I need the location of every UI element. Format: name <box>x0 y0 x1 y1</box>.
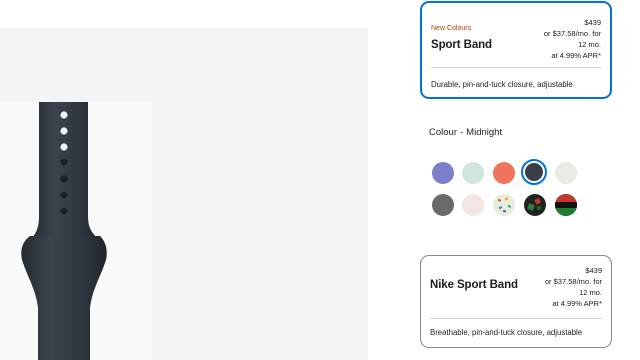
swatch-coral[interactable] <box>493 162 515 184</box>
swatch-midnight[interactable] <box>525 163 543 181</box>
swatch-black-unity-stripes[interactable] <box>555 194 577 216</box>
price-apr: at 4.99% APR* <box>551 51 601 60</box>
band-holes <box>60 111 68 151</box>
colour-label-separator: - <box>460 127 464 138</box>
pride-pattern-icon <box>497 197 512 213</box>
price-term: 12 mo. <box>579 288 602 297</box>
stripes-pattern-icon <box>555 194 577 216</box>
band-configurator: New Colours Sport Band $439 or $37.58/mo… <box>0 0 640 360</box>
selected-colour-name: Midnight <box>466 127 503 138</box>
black-unity-pattern-icon <box>527 197 541 211</box>
band-strap-lower <box>21 236 107 360</box>
price-monthly: or $37.58/mo. for <box>544 277 602 286</box>
sport-band-image <box>21 102 107 360</box>
swatch-pride-edition[interactable] <box>493 194 515 216</box>
price-monthly: or $37.58/mo. for <box>543 29 601 38</box>
new-colours-tag: New Colours <box>431 25 472 32</box>
nike-sport-band-option-card[interactable]: Nike Sport Band $439 or $37.58/mo. for 1… <box>420 255 612 348</box>
nike-sport-band-description: Breathable, pin-and-tuck closure, adjust… <box>430 328 583 337</box>
swatch-light-mint[interactable] <box>462 162 484 184</box>
card-divider <box>430 318 602 319</box>
price-apr: at 4.99% APR* <box>552 299 602 308</box>
price-amount: $439 <box>584 18 601 27</box>
swatch-starlight[interactable] <box>555 162 577 184</box>
colour-label-text: Colour <box>429 127 457 138</box>
sport-band-option-card[interactable]: New Colours Sport Band $439 or $37.58/mo… <box>420 1 612 99</box>
nike-sport-band-price: $439 or $37.58/mo. for 12 mo. at 4.99% A… <box>545 265 602 309</box>
card-divider <box>431 67 601 68</box>
swatch-black-unity[interactable] <box>524 194 546 216</box>
price-term: 12 mo. <box>578 40 601 49</box>
product-image-panel <box>0 28 368 360</box>
colour-label: Colour - Midnight <box>429 127 502 138</box>
sport-band-description: Durable, pin-and-tuck closure, adjustabl… <box>431 80 573 89</box>
price-amount: $439 <box>585 266 602 275</box>
nike-sport-band-title: Nike Sport Band <box>430 279 518 291</box>
band-strap-upper <box>30 102 100 240</box>
swatch-purple[interactable] <box>432 162 454 184</box>
sport-band-title: Sport Band <box>431 39 492 51</box>
sport-band-price: $439 or $37.58/mo. for 12 mo. at 4.99% A… <box>544 17 601 61</box>
swatch-graphite[interactable] <box>432 194 454 216</box>
swatch-light-pink[interactable] <box>462 194 484 216</box>
